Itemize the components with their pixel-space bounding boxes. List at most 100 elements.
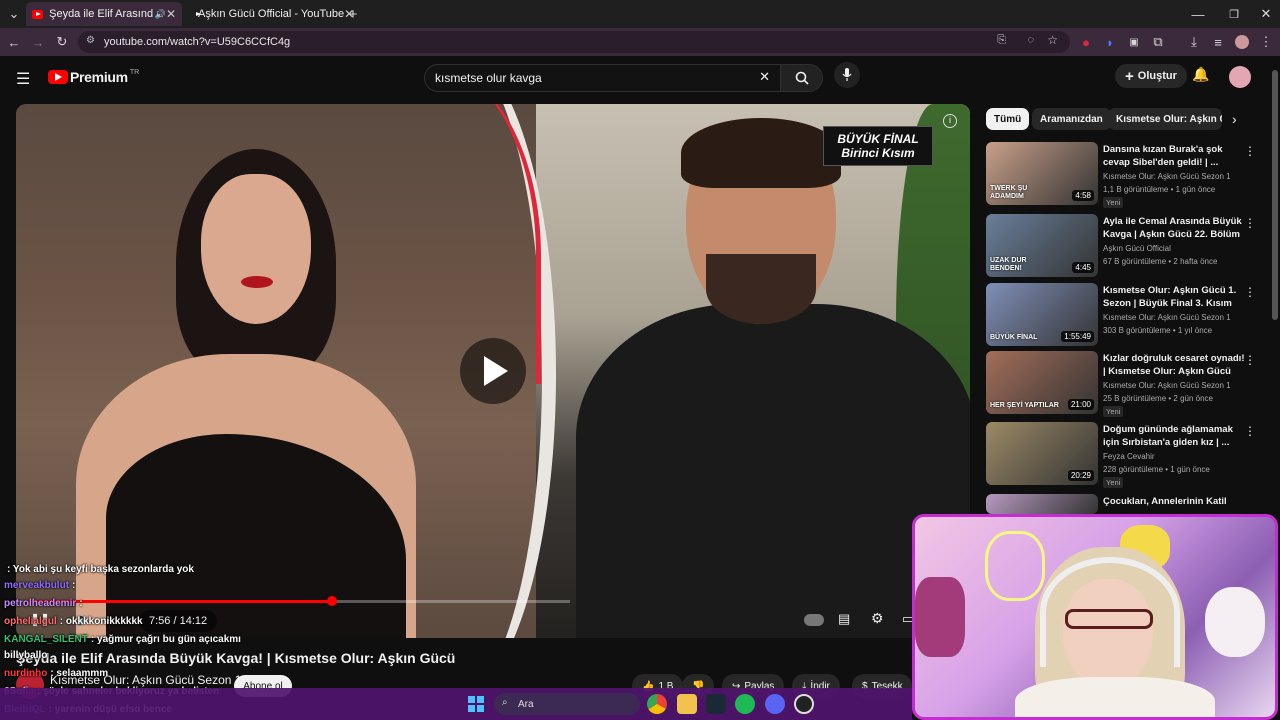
tab-active[interactable]: Şeyda ile Elif Arasında Büyük 🔊 ✕	[26, 2, 182, 26]
related-video-item[interactable]: HER ŞEYİ YAPTILAR 21:00 Kızlar doğruluk …	[986, 351, 1262, 417]
related-thumbnail[interactable]: UZAK DUR BENDEN! 4:45	[986, 214, 1098, 277]
forward-icon[interactable]: →	[28, 28, 48, 56]
related-thumbnail[interactable]: BÜYÜK FİNAL 1:55:49	[986, 283, 1098, 346]
video-player[interactable]: BÜYÜK FİNAL Birinci Kısım i ❚❚ 🔈 7:56 / …	[16, 104, 970, 638]
youtube-masthead: ☰ Premium TR ✕ + Oluştur 🔔	[0, 56, 1280, 100]
more-options-icon[interactable]: ⋮	[1244, 353, 1256, 367]
page-scrollbar[interactable]	[1272, 70, 1278, 320]
close-tab-icon[interactable]: ✕	[166, 7, 176, 21]
download-icon[interactable]: ⤓	[1184, 28, 1204, 56]
related-video-item[interactable]: UZAK DUR BENDEN! 4:45 Ayla ile Cemal Ara…	[986, 214, 1262, 278]
chat-text: : okkkkonikkkkkk	[59, 616, 143, 627]
chip-channel[interactable]: Kısmetse Olur: Aşkın Gü	[1108, 108, 1222, 130]
related-title[interactable]: Kısmetse Olur: Aşkın Gücü 1. Sezon | Büy…	[1103, 284, 1248, 310]
cam-plush-pink	[915, 577, 965, 657]
windows-start-icon[interactable]	[468, 696, 484, 712]
profile-avatar[interactable]	[1232, 28, 1252, 56]
related-title[interactable]: Ayla ile Cemal Arasında Büyük Kavga | Aş…	[1103, 215, 1248, 241]
chat-username[interactable]: billyballo	[4, 650, 47, 661]
obs-icon[interactable]	[794, 694, 814, 714]
bookmark-star-icon[interactable]: ☆	[1047, 33, 1058, 47]
extensions-puzzle-icon[interactable]: ⧉	[1148, 28, 1168, 56]
chrome-icon[interactable]	[647, 694, 667, 714]
more-options-icon[interactable]: ⋮	[1244, 144, 1256, 158]
taskbar-search[interactable]: ⌕ Ara	[494, 693, 640, 715]
related-video-item[interactable]: BÜYÜK FİNAL 1:55:49 Kısmetse Olur: Aşkın…	[986, 283, 1262, 347]
play-button[interactable]	[460, 338, 526, 404]
related-title[interactable]: Çocukları, Annelerinin Katil	[1103, 495, 1248, 508]
more-options-icon[interactable]: ⋮	[1244, 285, 1256, 299]
related-thumbnail[interactable]: HER ŞEYİ YAPTILAR 21:00	[986, 351, 1098, 414]
info-icon[interactable]: i	[943, 114, 957, 128]
chat-username[interactable]: KANGAL_SILENT	[4, 634, 88, 645]
search-icon: ⌕	[502, 697, 508, 708]
hamburger-icon[interactable]: ☰	[16, 69, 30, 89]
chat-text: : Yok abi şu keyfi başka sezonlarda yok	[7, 564, 194, 575]
reload-icon[interactable]: ↻	[52, 28, 72, 56]
extension-blue-icon[interactable]: ◗	[1100, 28, 1120, 56]
duration-badge: 1:55:49	[1061, 331, 1094, 342]
related-title[interactable]: Kızlar doğruluk cesaret oynadı! | Kısmet…	[1103, 352, 1248, 378]
chat-text: : selaammm	[50, 668, 109, 679]
tab-list-icon[interactable]: ⌄	[4, 0, 24, 28]
chip-all[interactable]: Tümü	[986, 108, 1030, 130]
reading-list-icon[interactable]: ≡	[1208, 28, 1228, 56]
restore-icon[interactable]: ❐	[1224, 0, 1244, 28]
related-channel[interactable]: Kısmetse Olur: Aşkın Gücü Sezon 1	[1103, 313, 1231, 322]
clear-search-icon[interactable]: ✕	[759, 69, 770, 85]
thumbnail-caption: UZAK DUR BENDEN!	[990, 257, 1027, 272]
more-options-icon[interactable]: ⋮	[1244, 424, 1256, 438]
related-channel[interactable]: Feyza Cevahir	[1103, 452, 1155, 461]
related-title[interactable]: Dansına kızan Burak'a şok cevap Sibel'de…	[1103, 143, 1248, 169]
install-icon[interactable]: ⎘	[997, 34, 1006, 47]
minimize-icon[interactable]: —	[1188, 0, 1208, 28]
browser-menu-icon[interactable]: ⋮	[1256, 28, 1276, 56]
account-avatar[interactable]	[1229, 66, 1251, 88]
settings-gear-icon[interactable]: ⚙	[871, 610, 884, 627]
chat-username[interactable]: nurdinho	[4, 668, 47, 679]
related-video-item[interactable]: Çocukları, Annelerinin Katil	[986, 494, 1262, 514]
extension-red-icon[interactable]: ●	[1076, 28, 1096, 56]
audio-icon[interactable]: 🔊	[155, 9, 166, 20]
bell-icon[interactable]: 🔔	[1192, 66, 1209, 83]
search-input[interactable]	[435, 71, 755, 85]
related-video-item[interactable]: 20:29 Doğum gününde ağlamamak için Sırbi…	[986, 422, 1262, 488]
related-thumbnail[interactable]	[986, 494, 1098, 514]
discord-icon[interactable]	[765, 694, 785, 714]
related-channel[interactable]: Aşkın Gücü Official	[1103, 244, 1171, 253]
chip-from-search[interactable]: Aramanızdan	[1032, 108, 1111, 130]
extension-icon[interactable]: ▣	[1124, 28, 1144, 56]
create-button[interactable]: + Oluştur	[1115, 64, 1187, 88]
related-channel[interactable]: Kısmetse Olur: Aşkın Gücü Sezon 1	[1103, 381, 1231, 390]
more-options-icon[interactable]: ⋮	[1244, 216, 1256, 230]
related-thumbnail[interactable]: TWERK ŞU ADAMDIM 4:58	[986, 142, 1098, 205]
youtube-logo[interactable]: Premium TR	[48, 69, 139, 85]
eye-off-icon[interactable]: ◌	[1027, 34, 1034, 46]
spotify-icon[interactable]	[735, 694, 755, 714]
duration-badge: 4:45	[1072, 262, 1094, 273]
voice-search-button[interactable]	[834, 62, 860, 88]
duration-badge: 4:58	[1072, 190, 1094, 201]
subtitles-icon[interactable]: ▤	[838, 611, 850, 627]
chat-username[interactable]: petrolheademir	[4, 598, 76, 609]
file-explorer-icon[interactable]	[677, 694, 697, 714]
thumbnail-caption: HER ŞEYİ YAPTILAR	[990, 402, 1059, 409]
chevron-right-icon[interactable]: ›	[1232, 111, 1237, 127]
new-tab-button[interactable]: +	[343, 0, 363, 28]
back-icon[interactable]: ←	[4, 28, 24, 56]
related-channel[interactable]: Kısmetse Olur: Aşkın Gücü Sezon 1	[1103, 172, 1231, 181]
site-info-icon[interactable]: ⚙	[86, 35, 95, 46]
related-video-item[interactable]: TWERK ŞU ADAMDIM 4:58 Dansına kızan Bura…	[986, 142, 1262, 208]
address-bar[interactable]: ⚙ youtube.com/watch?v=U59C6CCfC4g ⎘ ◌ ☆	[78, 31, 1070, 53]
logo-text: Premium	[70, 69, 128, 85]
tab-inactive[interactable]: Aşkın Gücü Official - YouTube ✕	[186, 2, 354, 26]
related-thumbnail[interactable]: 20:29	[986, 422, 1098, 485]
related-title[interactable]: Doğum gününde ağlamamak için Sırbistan'a…	[1103, 423, 1248, 449]
chat-username[interactable]: ophelialgul	[4, 616, 57, 627]
chat-username[interactable]: merveakbulut	[4, 580, 69, 591]
close-window-icon[interactable]: ✕	[1256, 0, 1276, 28]
steam-icon[interactable]	[706, 694, 726, 714]
youtube-favicon-icon	[32, 9, 44, 19]
search-button[interactable]	[780, 65, 822, 91]
autoplay-toggle[interactable]	[804, 614, 824, 626]
